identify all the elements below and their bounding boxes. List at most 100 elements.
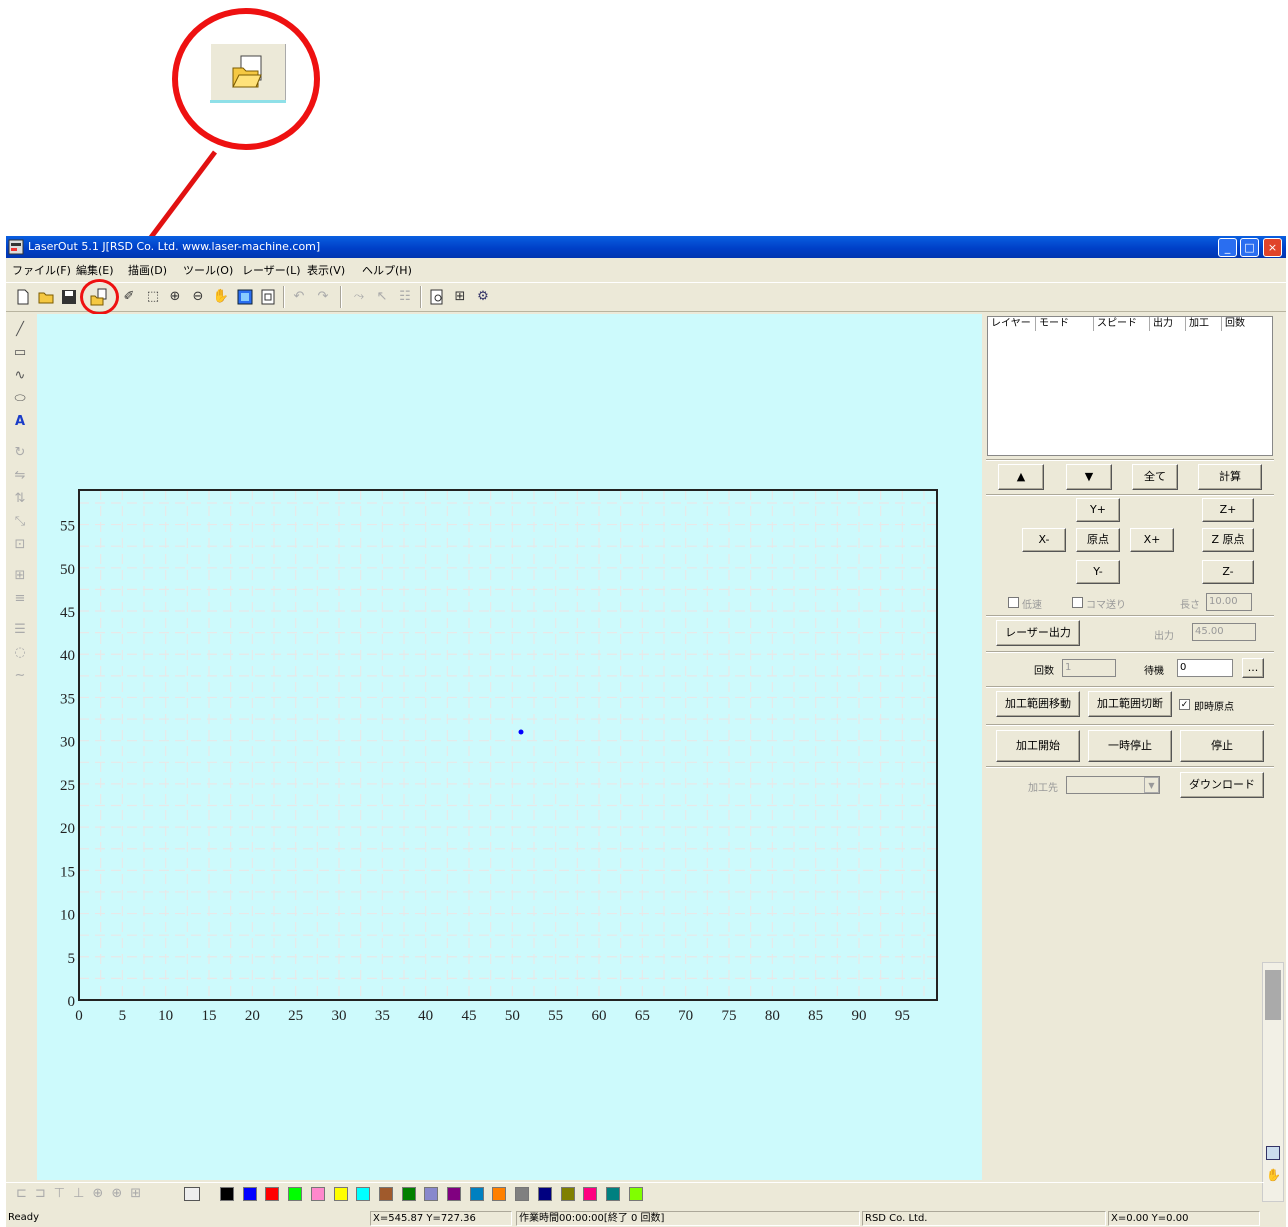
select-icon[interactable]: ⬚ (144, 288, 162, 306)
menu-laser[interactable]: レーザー(L) (242, 262, 301, 278)
layer-icon[interactable] (184, 1187, 200, 1201)
ellipse-tool-icon[interactable]: ⬭ (10, 389, 30, 409)
z-origin-button[interactable]: Z 原点 (1202, 528, 1254, 552)
offset-icon[interactable]: ◌ (10, 643, 30, 663)
undo-icon[interactable]: ↶ (290, 288, 308, 306)
minimize-button[interactable]: _ (1218, 238, 1237, 257)
align-tools-icons[interactable]: ⊏⊐⊤⊥⊕⊕⊞ (16, 1186, 149, 1201)
menu-tools[interactable]: ツール(O) (183, 262, 233, 278)
zoom-out-icon[interactable]: ⊖ (189, 288, 207, 306)
range-move-button[interactable]: 加工範囲移動 (996, 691, 1080, 717)
path-icon[interactable]: ⤳ (350, 288, 368, 306)
origin-button[interactable]: 原点 (1076, 528, 1120, 552)
line-tool-icon[interactable]: ╱ (10, 320, 30, 340)
length-field[interactable]: 10.00 (1206, 593, 1252, 611)
node-edit-icon[interactable]: ↖ (373, 288, 391, 306)
print-preview-icon[interactable] (428, 288, 446, 306)
z-plus-button[interactable]: Z+ (1202, 498, 1254, 522)
calculate-button[interactable]: 計算 (1198, 464, 1262, 490)
color-swatch[interactable] (424, 1187, 439, 1201)
hand-pan-icon[interactable]: ✋ (212, 288, 230, 306)
menu-edit[interactable]: 編集(E) (76, 262, 114, 278)
hand-icon[interactable]: ✋ (1266, 1168, 1281, 1182)
menu-file[interactable]: ファイル(F) (12, 262, 71, 278)
chevron-down-icon[interactable]: ▼ (1144, 777, 1159, 793)
text-tool-icon[interactable]: A (10, 412, 30, 432)
laser-output-button[interactable]: レーザー出力 (996, 620, 1080, 646)
layer-table[interactable] (987, 316, 1273, 456)
flip-icon[interactable]: ⇅ (10, 489, 30, 509)
color-swatch[interactable] (605, 1187, 620, 1201)
stop-button[interactable]: 停止 (1180, 730, 1264, 762)
low-speed-checkbox[interactable] (1008, 597, 1019, 608)
output-field[interactable]: 45.00 (1192, 623, 1256, 641)
mirror-icon[interactable]: ⇋ (10, 466, 30, 486)
download-button[interactable]: ダウンロード (1180, 772, 1264, 798)
color-swatch[interactable] (401, 1187, 416, 1201)
color-swatch[interactable] (288, 1187, 303, 1201)
page-view-icon[interactable] (259, 288, 277, 306)
color-swatch[interactable] (356, 1187, 371, 1201)
save-icon[interactable] (60, 288, 78, 306)
output-header[interactable]: 出力 (1150, 317, 1186, 331)
color-swatch[interactable] (242, 1187, 257, 1201)
count-header[interactable]: 回数 (1222, 317, 1258, 331)
scale-icon[interactable]: ⤡ (10, 512, 30, 532)
range-cut-button[interactable]: 加工範囲切断 (1088, 691, 1172, 717)
smooth-icon[interactable]: ∼ (10, 666, 30, 686)
y-minus-button[interactable]: Y- (1076, 560, 1120, 584)
polyline-tool-icon[interactable]: ∿ (10, 366, 30, 386)
close-button[interactable]: × (1263, 238, 1282, 257)
y-plus-button[interactable]: Y+ (1076, 498, 1120, 522)
window-icon[interactable] (1266, 1146, 1280, 1160)
color-swatch[interactable] (447, 1187, 461, 1201)
color-swatch[interactable] (537, 1187, 552, 1201)
color-swatch[interactable] (378, 1187, 393, 1201)
fit-window-icon[interactable] (236, 288, 254, 306)
process-header[interactable]: 加工 (1186, 317, 1222, 331)
settings-icon[interactable]: ⚙ (474, 288, 492, 306)
select-all-button[interactable]: 全て (1132, 464, 1178, 490)
layer-up-button[interactable]: ▲ (998, 464, 1044, 490)
color-swatch[interactable] (333, 1187, 348, 1201)
sort-icon[interactable]: ☷ (396, 288, 414, 306)
align-icon[interactable]: ≡ (10, 589, 30, 609)
pause-button[interactable]: 一時停止 (1088, 730, 1172, 762)
wait-field[interactable]: 0 (1177, 659, 1233, 677)
pen-icon[interactable]: ✐ (120, 288, 138, 306)
color-swatch[interactable] (310, 1187, 325, 1201)
layer-header[interactable]: レイヤー (988, 317, 1036, 331)
open-folder-icon[interactable] (37, 288, 55, 306)
color-swatch[interactable] (583, 1187, 598, 1201)
new-file-icon[interactable] (14, 288, 32, 306)
wait-more-button[interactable]: ... (1242, 658, 1264, 678)
rotate-icon[interactable]: ↻ (10, 443, 30, 463)
speed-header[interactable]: スピード (1094, 317, 1150, 331)
color-swatch[interactable] (560, 1187, 575, 1201)
x-plus-button[interactable]: X+ (1130, 528, 1174, 552)
color-swatch[interactable] (628, 1187, 643, 1201)
menu-draw[interactable]: 描画(D) (128, 262, 167, 278)
count-field[interactable]: 1 (1062, 659, 1116, 677)
array-icon[interactable]: ⊞ (10, 566, 30, 586)
start-processing-button[interactable]: 加工開始 (996, 730, 1080, 762)
return-origin-checkbox[interactable]: ✓ (1179, 699, 1190, 710)
step-checkbox[interactable] (1072, 597, 1083, 608)
strip-tab[interactable] (1265, 970, 1281, 1020)
layer-down-button[interactable]: ▼ (1066, 464, 1112, 490)
measure-icon[interactable]: ⊞ (451, 288, 469, 306)
redo-icon[interactable]: ↷ (314, 288, 332, 306)
menu-help[interactable]: ヘルプ(H) (362, 262, 412, 278)
color-swatch[interactable] (220, 1187, 234, 1201)
rectangle-tool-icon[interactable]: ▭ (10, 343, 30, 363)
color-swatch[interactable] (492, 1187, 507, 1201)
z-minus-button[interactable]: Z- (1202, 560, 1254, 584)
color-swatch[interactable] (265, 1187, 280, 1201)
color-swatch[interactable] (515, 1187, 530, 1201)
menu-view[interactable]: 表示(V) (307, 262, 345, 278)
x-minus-button[interactable]: X- (1022, 528, 1066, 552)
zoom-in-icon[interactable]: ⊕ (166, 288, 184, 306)
distribute-icon[interactable]: ☰ (10, 620, 30, 640)
mode-header[interactable]: モード (1036, 317, 1094, 331)
maximize-button[interactable]: □ (1240, 238, 1259, 257)
